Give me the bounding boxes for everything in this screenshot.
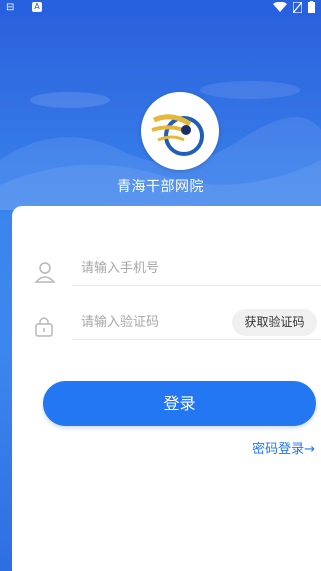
notification-icon: ⊟	[6, 2, 15, 13]
phone-row	[12, 252, 321, 286]
password-login-link[interactable]: 密码登录→	[252, 438, 315, 457]
battery-icon	[308, 1, 315, 13]
app-title: 青海干部网院	[117, 179, 204, 195]
code-row: 获取验证码	[12, 306, 321, 340]
app-notification-icon: A	[32, 2, 42, 12]
code-divider	[72, 339, 321, 340]
status-bar: ⊟ A	[0, 0, 321, 16]
logo-emblem-icon	[151, 114, 204, 156]
phone-input[interactable]	[80, 252, 321, 285]
get-code-button[interactable]: 获取验证码	[232, 309, 317, 336]
phone-divider	[72, 285, 321, 286]
lock-icon	[35, 317, 53, 337]
code-input[interactable]	[80, 306, 231, 339]
signal-icon	[293, 1, 302, 13]
app-logo	[141, 92, 219, 170]
user-icon	[34, 262, 56, 283]
wifi-icon	[273, 2, 287, 12]
login-button[interactable]: 登录	[43, 381, 316, 426]
